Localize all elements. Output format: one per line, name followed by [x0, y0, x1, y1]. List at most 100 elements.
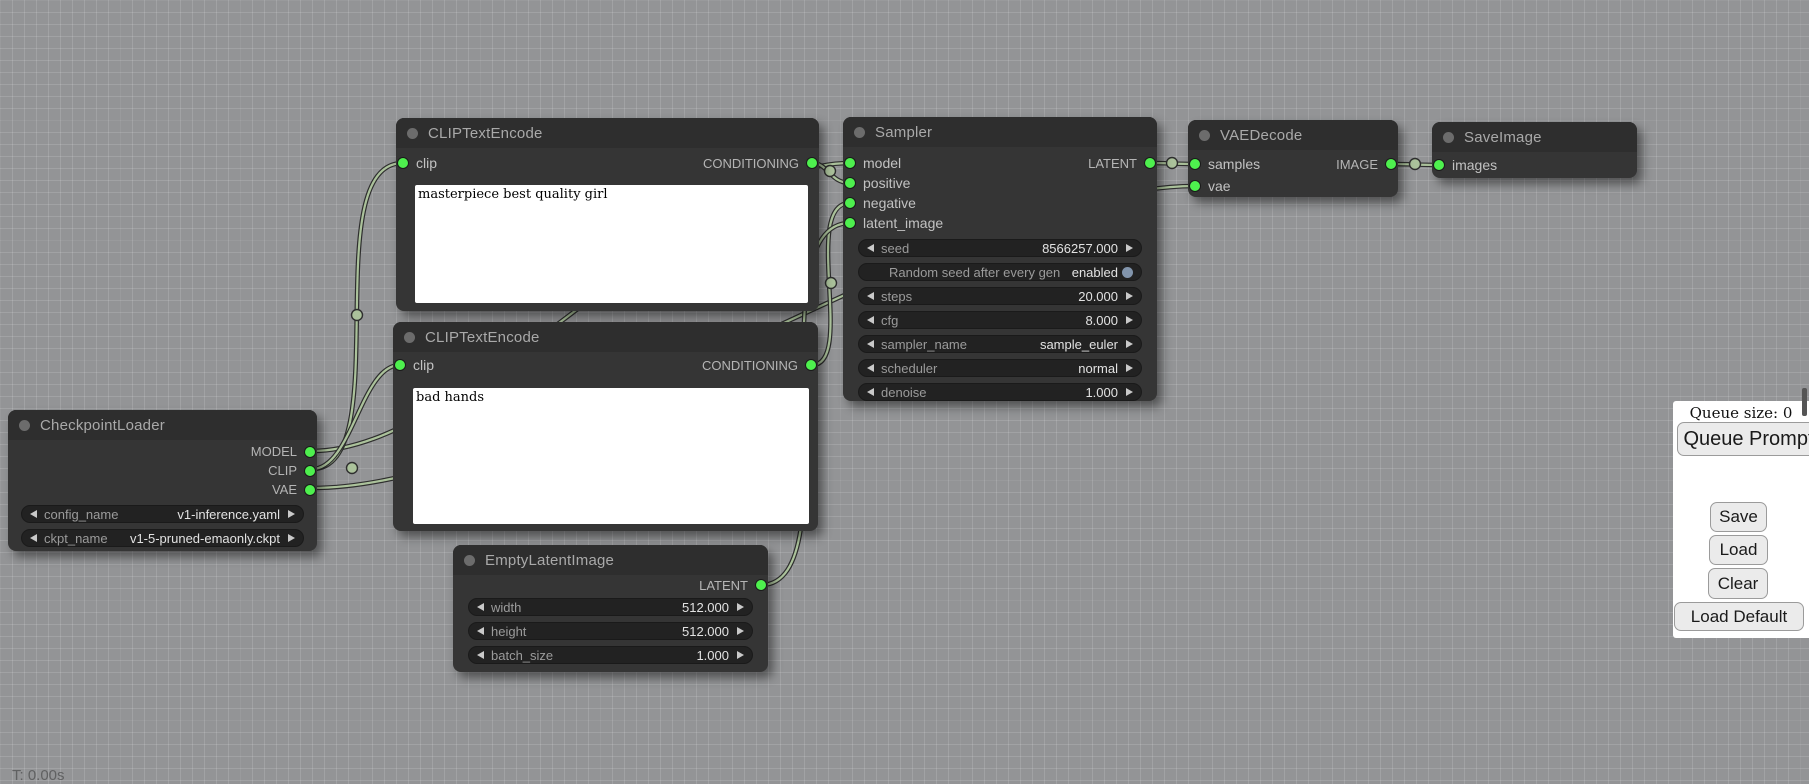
input-slot-positive[interactable]: positive: [843, 173, 910, 193]
widget-scheduler[interactable]: scheduler normal: [858, 359, 1142, 377]
queue-prompt-button[interactable]: Queue Prompt: [1677, 422, 1809, 456]
collapse-dot-icon[interactable]: [19, 420, 30, 431]
increment-arrow-icon[interactable]: [1126, 388, 1133, 396]
clear-button[interactable]: Clear: [1708, 568, 1768, 599]
output-connector-icon[interactable]: [1386, 159, 1396, 169]
output-slot-vae[interactable]: VAE: [272, 480, 317, 499]
widget-ckpt-name[interactable]: ckpt_name v1-5-pruned-emaonly.ckpt: [21, 529, 304, 547]
input-slot-clip[interactable]: clip: [396, 153, 437, 173]
comfyui-canvas[interactable]: { "canvas": { "timer_label": "T: 0.00s" …: [0, 0, 1809, 782]
increment-arrow-icon[interactable]: [737, 651, 744, 659]
node-vaedecode[interactable]: VAEDecode samples IMAGE vae: [1188, 120, 1398, 197]
input-connector-icon[interactable]: [845, 178, 855, 188]
node-sampler[interactable]: Sampler model LATENT positive negative: [843, 117, 1157, 401]
node-title-bar[interactable]: CLIPTextEncode: [396, 118, 819, 148]
input-connector-icon[interactable]: [1190, 159, 1200, 169]
node-cliptextencode-negative[interactable]: CLIPTextEncode clip CONDITIONING bad han…: [393, 322, 818, 531]
node-title-bar[interactable]: CheckpointLoader: [8, 410, 317, 440]
widget-steps[interactable]: steps 20.000: [858, 287, 1142, 305]
input-connector-icon[interactable]: [1190, 181, 1200, 191]
collapse-dot-icon[interactable]: [407, 128, 418, 139]
collapse-dot-icon[interactable]: [1443, 132, 1454, 143]
toggle-indicator-icon[interactable]: [1122, 267, 1133, 278]
input-connector-icon[interactable]: [398, 158, 408, 168]
decrement-arrow-icon[interactable]: [867, 316, 874, 324]
input-slot-model[interactable]: model: [843, 153, 901, 173]
negative-prompt-textarea[interactable]: bad hands: [413, 388, 809, 524]
widget-denoise[interactable]: denoise 1.000: [858, 383, 1142, 401]
decrement-arrow-icon[interactable]: [867, 388, 874, 396]
widget-width[interactable]: width 512.000: [468, 598, 753, 616]
increment-arrow-icon[interactable]: [1126, 244, 1133, 252]
increment-arrow-icon[interactable]: [288, 510, 295, 518]
node-title: Sampler: [875, 124, 932, 141]
decrement-arrow-icon[interactable]: [867, 364, 874, 372]
output-slot-conditioning[interactable]: CONDITIONING: [702, 355, 818, 375]
collapse-dot-icon[interactable]: [1199, 130, 1210, 141]
output-slot-model[interactable]: MODEL: [251, 442, 317, 461]
widget-sampler-name[interactable]: sampler_name sample_euler: [858, 335, 1142, 353]
decrement-arrow-icon[interactable]: [477, 627, 484, 635]
decrement-arrow-icon[interactable]: [867, 340, 874, 348]
decrement-arrow-icon[interactable]: [30, 510, 37, 518]
widget-cfg[interactable]: cfg 8.000: [858, 311, 1142, 329]
collapse-dot-icon[interactable]: [404, 332, 415, 343]
input-slot-images[interactable]: images: [1432, 155, 1497, 175]
increment-arrow-icon[interactable]: [1126, 340, 1133, 348]
increment-arrow-icon[interactable]: [737, 603, 744, 611]
decrement-arrow-icon[interactable]: [477, 651, 484, 659]
collapse-dot-icon[interactable]: [854, 127, 865, 138]
input-slot-latent-image[interactable]: latent_image: [843, 213, 943, 233]
decrement-arrow-icon[interactable]: [867, 292, 874, 300]
input-connector-icon[interactable]: [1434, 160, 1444, 170]
node-emptylatentimage[interactable]: EmptyLatentImage LATENT width 512.000 he…: [453, 545, 768, 672]
decrement-arrow-icon[interactable]: [477, 603, 484, 611]
increment-arrow-icon[interactable]: [1126, 292, 1133, 300]
increment-arrow-icon[interactable]: [737, 627, 744, 635]
output-slot-latent[interactable]: LATENT: [1088, 153, 1157, 173]
input-connector-icon[interactable]: [845, 198, 855, 208]
input-slot-clip[interactable]: clip: [393, 355, 434, 375]
decrement-arrow-icon[interactable]: [30, 534, 37, 542]
output-connector-icon[interactable]: [806, 360, 816, 370]
increment-arrow-icon[interactable]: [1126, 316, 1133, 324]
widget-random-seed-toggle[interactable]: Random seed after every gen enabled: [858, 263, 1142, 281]
widget-batch-size[interactable]: batch_size 1.000: [468, 646, 753, 664]
output-connector-icon[interactable]: [305, 485, 315, 495]
input-connector-icon[interactable]: [395, 360, 405, 370]
increment-arrow-icon[interactable]: [1126, 364, 1133, 372]
increment-arrow-icon[interactable]: [288, 534, 295, 542]
output-slot-latent[interactable]: LATENT: [699, 575, 768, 595]
load-button[interactable]: Load: [1709, 535, 1768, 565]
output-slot-image[interactable]: IMAGE: [1336, 153, 1398, 175]
node-cliptextencode-positive[interactable]: CLIPTextEncode clip CONDITIONING masterp…: [396, 118, 819, 311]
input-connector-icon[interactable]: [845, 218, 855, 228]
input-slot-samples[interactable]: samples: [1188, 153, 1260, 175]
output-connector-icon[interactable]: [1145, 158, 1155, 168]
input-connector-icon[interactable]: [845, 158, 855, 168]
node-title-bar[interactable]: Sampler: [843, 117, 1157, 147]
node-title-bar[interactable]: CLIPTextEncode: [393, 322, 818, 352]
node-title-bar[interactable]: EmptyLatentImage: [453, 545, 768, 575]
collapse-dot-icon[interactable]: [464, 555, 475, 566]
load-default-button[interactable]: Load Default: [1674, 602, 1804, 631]
node-saveimage[interactable]: SaveImage images: [1432, 122, 1637, 178]
input-slot-negative[interactable]: negative: [843, 193, 916, 213]
output-slot-clip[interactable]: CLIP: [268, 461, 317, 480]
output-slot-conditioning[interactable]: CONDITIONING: [703, 153, 819, 173]
node-checkpointloader[interactable]: CheckpointLoader MODEL CLIP VAE config_n…: [8, 410, 317, 551]
output-connector-icon[interactable]: [756, 580, 766, 590]
save-button[interactable]: Save: [1710, 502, 1767, 532]
positive-prompt-textarea[interactable]: masterpiece best quality girl: [415, 185, 808, 303]
widget-seed[interactable]: seed 8566257.000: [858, 239, 1142, 257]
node-title-bar[interactable]: VAEDecode: [1188, 120, 1398, 150]
input-slot-vae[interactable]: vae: [1188, 175, 1231, 197]
node-title-bar[interactable]: SaveImage: [1432, 122, 1637, 152]
output-connector-icon[interactable]: [807, 158, 817, 168]
decrement-arrow-icon[interactable]: [867, 244, 874, 252]
scrollbar-thumb[interactable]: [1802, 388, 1807, 416]
output-connector-icon[interactable]: [305, 447, 315, 457]
widget-height[interactable]: height 512.000: [468, 622, 753, 640]
output-connector-icon[interactable]: [305, 466, 315, 476]
widget-config-name[interactable]: config_name v1-inference.yaml: [21, 505, 304, 523]
